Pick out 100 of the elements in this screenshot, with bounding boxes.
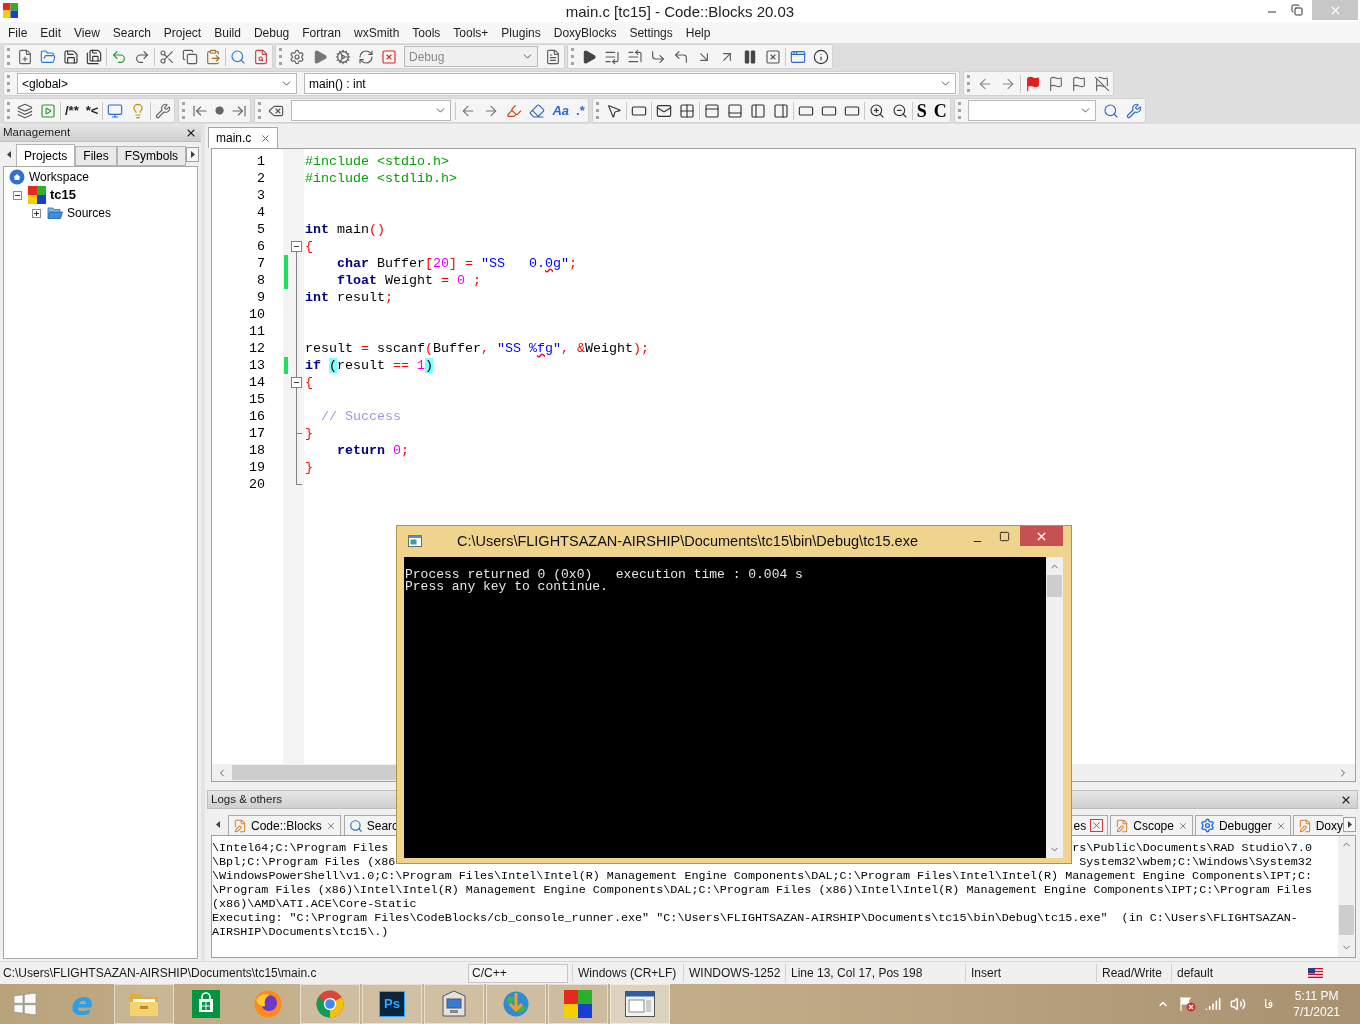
menu-item[interactable]: Tools [406,23,447,42]
file-tab[interactable]: main.c [208,127,279,148]
scroll-left-icon[interactable] [214,819,223,829]
menu-item[interactable]: Build [208,23,247,42]
open-folder-icon[interactable] [40,48,56,65]
list-arrow-icon[interactable] [627,48,643,65]
taskbar-button[interactable]: Ps [362,984,422,1024]
toolbar-handle[interactable] [957,102,961,119]
document-icon[interactable] [545,48,561,65]
menu-item[interactable]: View [68,23,106,42]
signal-icon[interactable] [1204,996,1221,1012]
menu-item[interactable]: DoxyBlocks [547,23,623,42]
cog-icon[interactable] [335,48,351,65]
highlighter-icon[interactable] [506,102,523,119]
plus-box-icon[interactable] [32,208,41,218]
tree-item[interactable]: tc15 [50,185,77,205]
menu-item[interactable]: wxSmith [347,23,406,42]
menu-item[interactable]: Fortran [296,23,347,42]
layers-icon[interactable] [17,102,33,119]
log-tab[interactable]: Cscope [1110,815,1193,835]
eraser-icon[interactable] [529,102,546,119]
block-comment-button[interactable]: /** [65,100,79,121]
menu-item[interactable]: Project [157,23,208,42]
fold-minus-icon[interactable] [291,377,302,388]
play-square-icon[interactable] [40,102,56,119]
flag-off-icon[interactable] [1094,75,1110,92]
search-icon[interactable] [230,48,246,65]
flag-icon[interactable] [1071,75,1087,92]
panel-icon[interactable] [726,102,743,119]
menu-item[interactable]: Search [106,23,157,42]
toolbar-handle[interactable] [7,75,10,92]
scrollbar-thumb[interactable] [1047,575,1062,597]
cursor-icon[interactable] [605,102,622,119]
minus-box-icon[interactable] [13,190,22,200]
wrench-icon[interactable] [1125,102,1142,119]
panel-icon[interactable] [749,102,766,119]
fold-minus-icon[interactable] [291,241,302,252]
file-search-icon[interactable] [253,48,269,65]
redo-icon[interactable] [134,48,150,65]
log-tab[interactable]: Code::Blocks [228,815,341,835]
save-all-icon[interactable] [86,48,102,65]
new-file-icon[interactable] [17,48,33,65]
scrollbar-thumb[interactable] [1339,905,1354,935]
function-select[interactable]: main() : int [304,73,956,94]
zoom-out-icon[interactable] [891,102,908,119]
zoom-in-icon[interactable] [868,102,885,119]
info-icon[interactable] [813,48,829,65]
search-field[interactable] [291,100,452,121]
panel-icon[interactable] [703,102,720,119]
gear-icon[interactable] [289,48,305,65]
wrench-icon[interactable] [155,102,172,119]
copy-icon[interactable] [182,48,198,65]
panel-icon[interactable] [772,102,789,119]
flag-cross-icon[interactable] [1178,996,1196,1012]
scroll-right-icon[interactable] [186,146,200,162]
toolbar-handle[interactable] [595,102,599,119]
taskbar-button[interactable] [300,984,360,1024]
flag-icon[interactable] [1025,75,1041,92]
toolbar-handle[interactable] [571,48,574,65]
save-icon[interactable] [63,48,79,65]
close-icon[interactable] [260,132,272,144]
regex-button[interactable]: .* [576,100,585,121]
toolbar-handle[interactable] [258,102,262,119]
speaker-icon[interactable] [1229,996,1246,1012]
refresh-icon[interactable] [358,48,374,65]
scope-select[interactable]: <global> [17,73,297,94]
log-tab[interactable]: Doxy [1292,815,1343,835]
panel-tab[interactable]: FSymbols [116,146,187,166]
taskbar-button[interactable] [424,984,484,1024]
menu-item[interactable]: Help [679,23,717,42]
menu-item[interactable]: Settings [623,23,679,42]
vertical-scrollbar[interactable] [1046,557,1063,858]
panel-tab[interactable]: Projects [16,144,76,166]
menu-item[interactable]: File [2,23,34,42]
search-icon[interactable] [1102,102,1119,119]
restore-icon[interactable] [1291,4,1303,16]
search-field[interactable] [967,100,1096,121]
cut-icon[interactable] [159,48,175,65]
grid-icon[interactable] [678,102,695,119]
maximize-icon[interactable] [999,531,1010,542]
line-comment-button[interactable]: *< [85,100,99,121]
menu-item[interactable]: Tools+ [447,23,495,42]
toolbar-handle[interactable] [7,102,10,119]
tree-item[interactable]: Workspace [29,168,89,186]
panel-tab[interactable]: Files [75,146,117,166]
app-window-icon[interactable] [790,48,806,65]
cross-square-icon[interactable] [765,48,781,65]
undo-icon[interactable] [111,48,127,65]
toolbar-handle[interactable] [967,75,970,92]
cross-square-icon[interactable] [381,48,397,65]
taskbar-button[interactable] [610,984,670,1024]
play-icon[interactable] [581,48,597,65]
scroll-left-icon[interactable] [5,149,14,159]
tree-item[interactable]: Sources [67,204,112,222]
menu-item[interactable]: Plugins [495,23,547,42]
toolbar-handle[interactable] [279,48,282,65]
corner-arrow-icon[interactable] [650,48,666,65]
monitor-icon[interactable] [107,102,124,119]
toolbar-handle[interactable] [182,102,186,119]
vertical-scrollbar[interactable] [1338,836,1355,957]
